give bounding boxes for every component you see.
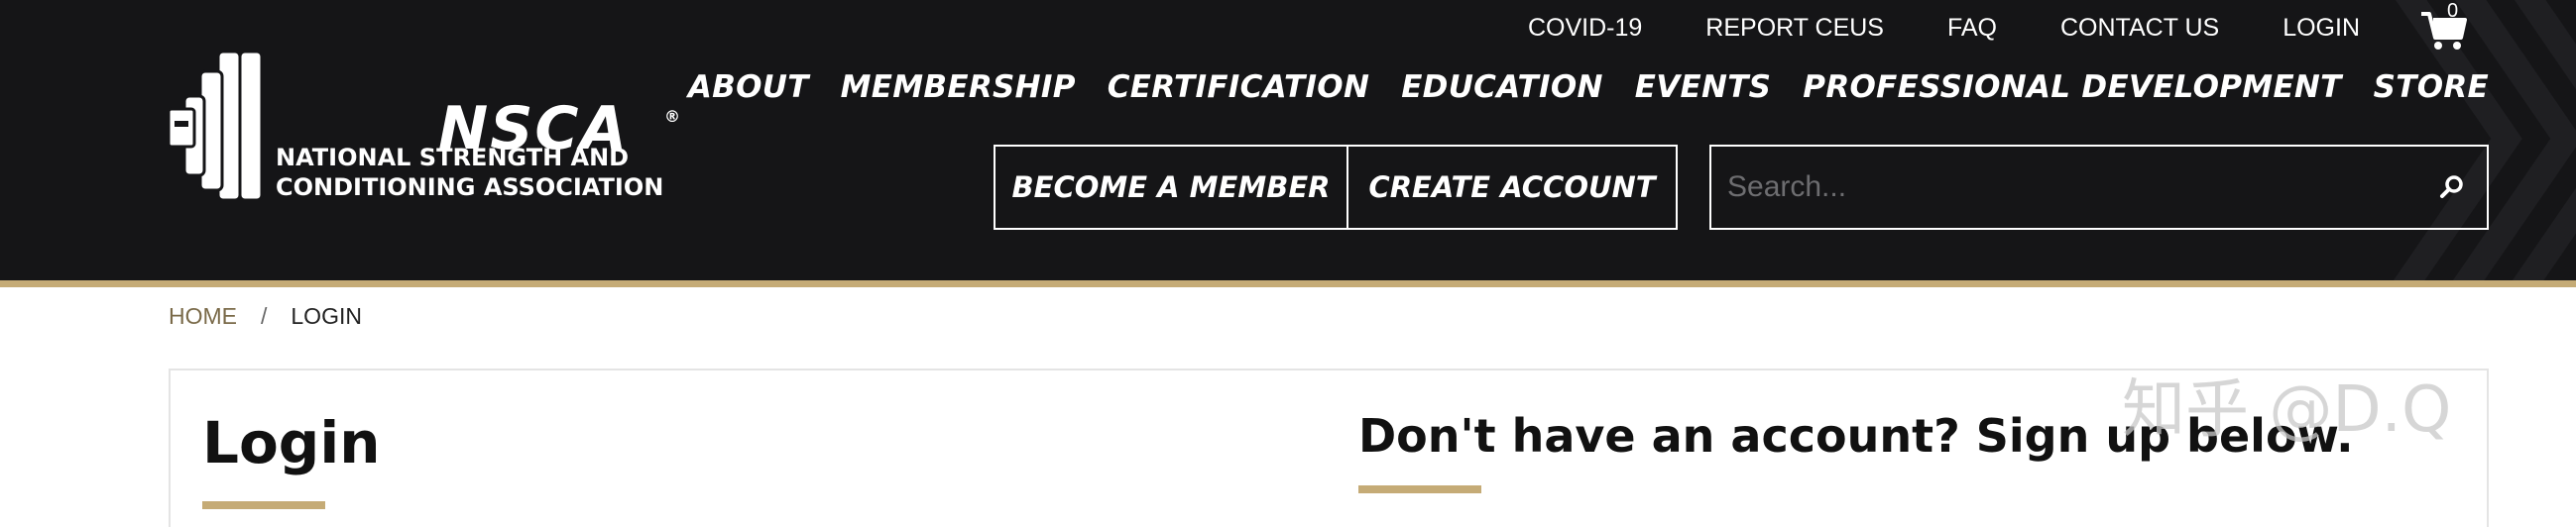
- breadcrumb-separator: /: [261, 303, 268, 329]
- logo-registered-mark: ®: [664, 107, 680, 126]
- util-link-faq[interactable]: FAQ: [1947, 14, 1997, 43]
- main-nav: ABOUT MEMBERSHIP CERTIFICATION EDUCATION…: [688, 65, 2489, 109]
- shopping-cart-icon[interactable]: [2419, 4, 2469, 53]
- search-icon: [2440, 175, 2463, 198]
- cart-count-badge: 0: [2447, 0, 2459, 22]
- util-link-report-ceus[interactable]: REPORT CEUS: [1705, 14, 1884, 43]
- signup-title-underline: [1358, 485, 1481, 493]
- search-button[interactable]: [2417, 147, 2487, 228]
- nav-about[interactable]: ABOUT: [688, 69, 809, 105]
- util-link-covid-19[interactable]: COVID-19: [1528, 14, 1642, 43]
- become-member-button[interactable]: BECOME A MEMBER: [994, 145, 1348, 230]
- nav-events[interactable]: EVENTS: [1635, 69, 1772, 105]
- logo-tagline-2: CONDITIONING ASSOCIATION: [276, 173, 664, 201]
- nav-store[interactable]: STORE: [2374, 69, 2489, 105]
- login-title: Login: [202, 409, 381, 476]
- create-account-button[interactable]: CREATE ACCOUNT: [1347, 145, 1678, 230]
- search-input[interactable]: [1711, 147, 2417, 228]
- nav-professional-development[interactable]: PROFESSIONAL DEVELOPMENT: [1803, 69, 2341, 105]
- breadcrumb: HOME / LOGIN: [169, 303, 362, 330]
- nav-education[interactable]: EDUCATION: [1401, 69, 1603, 105]
- watermark-text: 知乎 @D.Q: [2122, 373, 2452, 447]
- login-title-underline: [202, 501, 325, 509]
- header-gold-rule: [0, 280, 2576, 287]
- site-header: NSCA ® NATIONAL STRENGTH AND CONDITIONIN…: [0, 0, 2576, 280]
- nav-membership[interactable]: MEMBERSHIP: [841, 69, 1076, 105]
- util-link-login[interactable]: LOGIN: [2283, 14, 2360, 43]
- utility-nav: COVID-19 REPORT CEUS FAQ CONTACT US LOGI…: [1528, 12, 2360, 44]
- nsca-logo[interactable]: NSCA ® NATIONAL STRENGTH AND CONDITIONIN…: [169, 52, 684, 210]
- nav-certification[interactable]: CERTIFICATION: [1108, 69, 1369, 105]
- util-link-contact-us[interactable]: CONTACT US: [2060, 14, 2219, 43]
- logo-figure-icon: [169, 52, 264, 200]
- search-box: [1709, 145, 2489, 230]
- logo-tagline-1: NATIONAL STRENGTH AND: [276, 144, 630, 171]
- breadcrumb-current: LOGIN: [291, 303, 362, 329]
- breadcrumb-home-link[interactable]: HOME: [169, 303, 237, 330]
